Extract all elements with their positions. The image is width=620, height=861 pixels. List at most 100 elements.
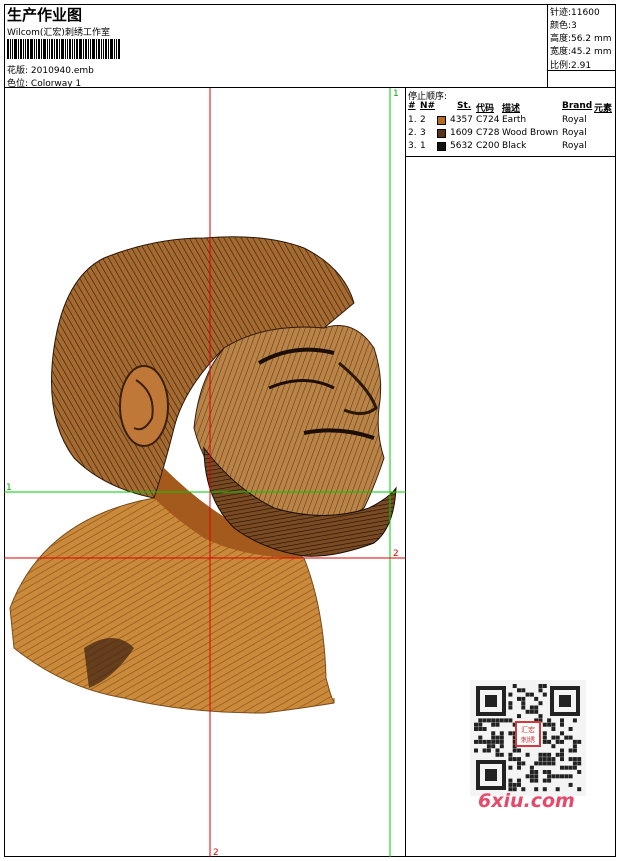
qr-module <box>474 739 478 744</box>
barcode-bar <box>92 39 95 59</box>
barcode-bar <box>14 39 17 59</box>
qr-module <box>538 757 543 762</box>
barcode-bar <box>98 39 100 59</box>
stitch-count: 针迹:11600 <box>550 8 600 18</box>
guide-red-h-label: 2 <box>393 549 399 559</box>
qr-code: 汇宏 刺绣 <box>470 680 586 796</box>
qr-module <box>517 748 521 753</box>
qr-module <box>542 684 547 688</box>
barcode-bar <box>51 39 53 59</box>
qr-module <box>529 709 534 714</box>
qr-module <box>512 748 517 753</box>
col-header-element: 元素 <box>594 104 613 114</box>
qr-module <box>508 752 513 757</box>
qr-module <box>534 761 539 766</box>
qr-module <box>568 748 573 753</box>
design-file: 2010940.emb <box>30 66 94 76</box>
qr-module <box>568 757 573 762</box>
barcode-bar <box>38 39 40 59</box>
qr-module <box>538 752 543 757</box>
qr-module <box>491 744 496 749</box>
qr-module <box>534 705 539 710</box>
barcode-bar <box>10 39 11 59</box>
qr-module <box>486 739 491 744</box>
qr-module <box>560 757 564 762</box>
qr-module <box>577 757 582 762</box>
barcode-bar <box>114 39 115 59</box>
qr-module <box>572 718 577 723</box>
qr-module <box>542 752 547 757</box>
barcode-bar <box>108 39 109 59</box>
qr-module <box>568 765 573 770</box>
color-swatch <box>437 116 446 125</box>
info-box: 针迹:11600 颜色:3 高度:56.2 mm 宽度:45.2 mm 比例:2… <box>547 4 616 88</box>
qr-module <box>478 718 483 723</box>
qr-module <box>534 778 539 783</box>
qr-module <box>547 757 552 762</box>
qr-module <box>482 718 487 723</box>
qr-module <box>521 705 526 710</box>
qr-module <box>529 778 534 783</box>
qr-module <box>482 739 487 744</box>
qr-module <box>560 752 564 757</box>
qr-module <box>491 739 496 744</box>
qr-module <box>555 735 560 740</box>
qr-module <box>508 701 513 706</box>
design-line: 花版: 2010940.emb <box>7 63 94 76</box>
qr-module <box>560 718 564 723</box>
qr-module <box>538 684 543 688</box>
qr-module <box>499 739 504 744</box>
col-header-code: 代码 <box>476 104 495 114</box>
qr-module <box>495 739 500 744</box>
barcode-bar <box>7 39 9 59</box>
qr-module <box>482 748 487 753</box>
qr-module <box>572 765 577 770</box>
qr-module <box>521 701 526 706</box>
qr-module <box>572 761 577 766</box>
qr-module <box>560 731 564 736</box>
qr-module <box>508 705 513 710</box>
qr-module <box>547 718 552 723</box>
qr-module <box>499 752 504 757</box>
qr-module <box>542 761 547 766</box>
qr-module <box>577 739 582 744</box>
qr-module <box>521 696 526 701</box>
barcode-bar <box>34 39 35 59</box>
barcode-bar <box>47 39 48 59</box>
qr-module <box>542 739 547 744</box>
qr-module <box>478 727 483 731</box>
qr-module <box>517 761 521 766</box>
design-height: 高度:56.2 mm <box>550 34 612 44</box>
qr-module <box>542 757 547 762</box>
qr-module <box>525 774 530 779</box>
table-row: 2. 3 1609 C728 Wood Brown Royal <box>408 128 587 138</box>
svg-text:汇宏: 汇宏 <box>521 725 535 734</box>
color-swatch <box>437 129 446 138</box>
barcode-bar <box>72 39 73 59</box>
qr-module <box>555 739 560 744</box>
qr-module <box>508 778 513 783</box>
qr-module <box>499 731 504 736</box>
qr-module <box>486 748 491 753</box>
qr-module <box>486 718 491 723</box>
qr-module <box>572 744 577 749</box>
qr-module <box>529 770 534 774</box>
qr-module <box>491 735 496 740</box>
qr-module <box>478 735 483 740</box>
qr-module <box>560 774 564 779</box>
qr-module <box>542 735 547 740</box>
qr-module <box>564 774 569 779</box>
barcode-bar <box>105 39 107 59</box>
guide-red-v-label: 2 <box>213 848 219 857</box>
color-count: 颜色:3 <box>550 21 577 31</box>
qr-module <box>508 718 513 723</box>
qr-module <box>577 770 582 774</box>
qr-module <box>551 735 556 740</box>
header: 生产作业图 Wilcom(汇宏)刺绣工作室 花版: 2010940.emb 色位… <box>4 4 547 89</box>
watermark-text: 6xiu.com <box>478 790 575 812</box>
qr-module <box>478 739 483 744</box>
barcode-bar <box>23 39 24 59</box>
barcode-bar <box>90 39 91 59</box>
qr-module <box>517 782 521 787</box>
qr-module <box>474 722 478 727</box>
